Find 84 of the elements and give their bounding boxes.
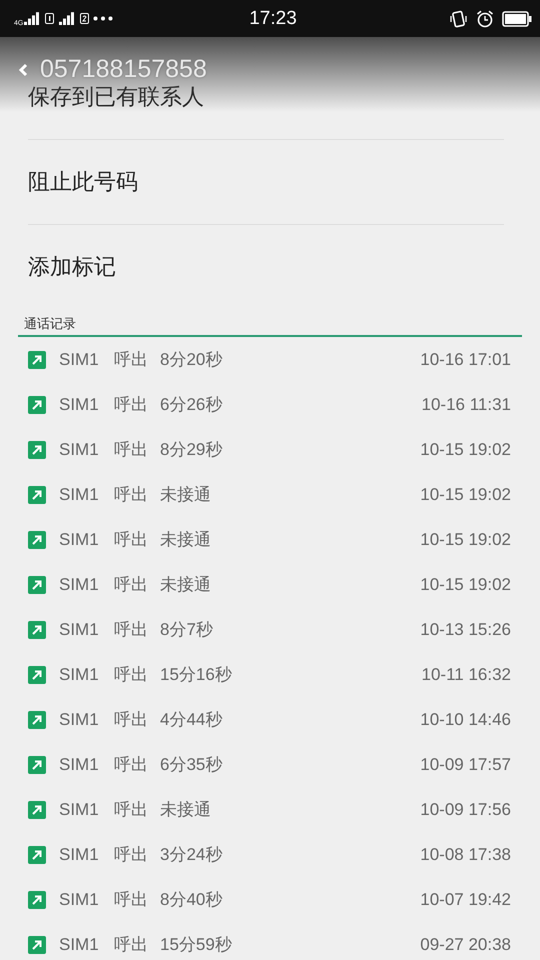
signal-icon bbox=[23, 10, 42, 26]
call-direction: 呼出 bbox=[114, 889, 149, 911]
sim-label: SIM1 bbox=[59, 574, 100, 594]
call-time: 10-07 19:42 bbox=[420, 890, 511, 910]
sim-badge-icon bbox=[45, 13, 54, 24]
call-time: 10-16 11:31 bbox=[422, 394, 511, 414]
outgoing-call-icon bbox=[28, 576, 46, 594]
outgoing-call-icon bbox=[28, 530, 46, 548]
outgoing-call-icon bbox=[28, 440, 46, 458]
signal-icon bbox=[58, 10, 76, 26]
outgoing-call-icon bbox=[28, 486, 46, 504]
call-direction: 呼出 bbox=[114, 484, 149, 506]
call-direction: 呼出 bbox=[114, 394, 149, 416]
call-direction: 呼出 bbox=[114, 574, 149, 596]
action-item[interactable]: 添加标记 bbox=[28, 225, 504, 309]
alarm-icon bbox=[476, 10, 494, 28]
call-duration: 8分29秒 bbox=[160, 439, 224, 461]
call-time: 10-09 17:56 bbox=[420, 800, 511, 820]
sim-label: SIM1 bbox=[59, 440, 100, 460]
outgoing-call-icon bbox=[28, 666, 46, 684]
call-duration: 未接通 bbox=[160, 799, 212, 821]
call-time: 10-08 17:38 bbox=[420, 844, 511, 864]
call-time: 10-13 15:26 bbox=[420, 620, 511, 640]
sim-label: SIM1 bbox=[59, 530, 100, 550]
phone-number-title: 057188157858 bbox=[40, 55, 207, 84]
call-time: 10-15 19:02 bbox=[420, 530, 511, 550]
sim-label: SIM1 bbox=[59, 800, 100, 820]
battery-icon bbox=[502, 10, 532, 26]
outgoing-call-icon bbox=[28, 710, 46, 728]
call-time: 10-10 14:46 bbox=[420, 710, 511, 730]
sim-label: SIM1 bbox=[59, 934, 100, 954]
call-time: 10-11 16:32 bbox=[422, 664, 511, 684]
vibrate-icon bbox=[450, 10, 468, 28]
call-direction: 呼出 bbox=[114, 754, 149, 776]
sim-label: SIM1 bbox=[59, 710, 100, 730]
sim-label: SIM1 bbox=[59, 664, 100, 684]
call-time: 10-16 17:01 bbox=[420, 350, 511, 370]
call-duration: 15分59秒 bbox=[160, 934, 233, 956]
outgoing-call-icon bbox=[28, 350, 46, 368]
sim-label: SIM1 bbox=[59, 620, 100, 640]
call-direction: 呼出 bbox=[114, 619, 149, 641]
sim-label: SIM1 bbox=[59, 754, 100, 774]
call-time: 10-15 19:02 bbox=[420, 440, 511, 460]
call-duration: 6分35秒 bbox=[160, 754, 224, 776]
outgoing-call-icon bbox=[28, 756, 46, 774]
call-duration: 未接通 bbox=[160, 484, 212, 506]
call-time: 09-27 20:38 bbox=[420, 934, 511, 954]
sim-badge-icon bbox=[80, 13, 90, 24]
section-title: 通话记录 bbox=[18, 315, 522, 337]
call-time: 10-09 17:57 bbox=[420, 754, 511, 774]
sim-label: SIM1 bbox=[59, 350, 100, 370]
outgoing-call-icon bbox=[28, 396, 46, 414]
call-time: 10-15 19:02 bbox=[420, 484, 511, 504]
call-direction: 呼出 bbox=[114, 709, 149, 731]
call-duration: 未接通 bbox=[160, 574, 212, 596]
call-duration: 未接通 bbox=[160, 529, 212, 551]
call-time: 10-15 19:02 bbox=[420, 574, 511, 594]
call-duration: 8分7秒 bbox=[160, 619, 214, 641]
outgoing-call-icon bbox=[28, 846, 46, 864]
call-direction: 呼出 bbox=[114, 934, 149, 956]
sim-label: SIM1 bbox=[59, 394, 100, 414]
more-dots-icon bbox=[93, 16, 114, 21]
call-duration: 4分44秒 bbox=[160, 709, 224, 731]
action-item[interactable]: 阻止此号码 bbox=[28, 140, 504, 225]
call-direction: 呼出 bbox=[114, 529, 149, 551]
call-direction: 呼出 bbox=[114, 439, 149, 461]
back-icon[interactable] bbox=[18, 63, 28, 77]
sim-label: SIM1 bbox=[59, 890, 100, 910]
outgoing-call-icon bbox=[28, 800, 46, 818]
status-time: 17:23 bbox=[249, 8, 297, 30]
call-direction: 呼出 bbox=[114, 349, 149, 371]
call-duration: 3分24秒 bbox=[160, 844, 224, 866]
call-duration: 8分20秒 bbox=[160, 349, 224, 371]
call-direction: 呼出 bbox=[114, 844, 149, 866]
outgoing-call-icon bbox=[28, 620, 46, 638]
call-duration: 15分16秒 bbox=[160, 664, 233, 686]
call-direction: 呼出 bbox=[114, 664, 149, 686]
outgoing-call-icon bbox=[28, 936, 46, 954]
call-duration: 8分40秒 bbox=[160, 889, 224, 911]
outgoing-call-icon bbox=[28, 890, 46, 908]
call-direction: 呼出 bbox=[114, 799, 149, 821]
sim-label: SIM1 bbox=[59, 484, 100, 504]
call-duration: 6分26秒 bbox=[160, 394, 224, 416]
sim-label: SIM1 bbox=[59, 844, 100, 864]
